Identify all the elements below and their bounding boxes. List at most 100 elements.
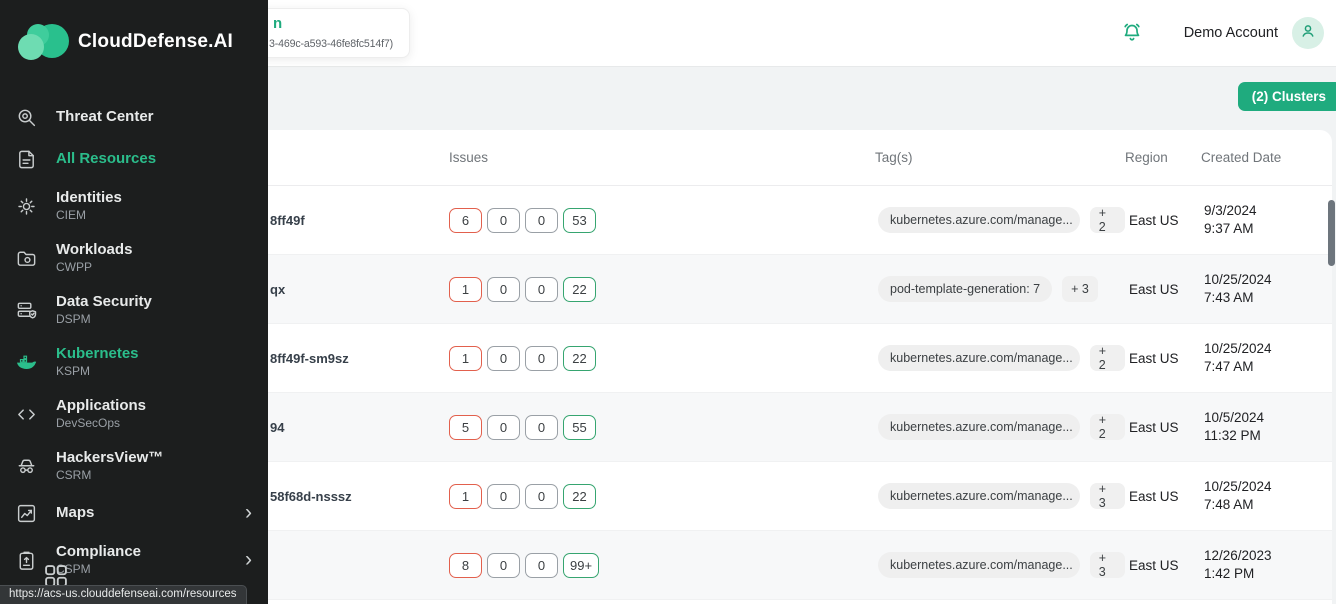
sidebar-item-label: Applications	[56, 397, 146, 415]
sidebar-item-compliance[interactable]: Compliance CSPM ›	[0, 534, 268, 586]
region-value: East US	[1125, 489, 1201, 504]
notifications-bell-button[interactable]	[1120, 21, 1144, 45]
issue-badges: 10022	[449, 346, 875, 371]
sidebar-item-data-security[interactable]: Data Security DSPM ›	[0, 284, 268, 336]
more-tags-pill[interactable]: + 2	[1090, 345, 1125, 371]
sidebar-item-sublabel: CSRM	[56, 468, 163, 483]
sidebar-item-all-resources[interactable]: All Resources ›	[0, 138, 268, 180]
sidebar-item-label: Workloads	[56, 241, 132, 259]
tag-pill[interactable]: kubernetes.azure.com/manage...	[878, 345, 1080, 371]
clusters-button[interactable]: (2) Clusters	[1238, 82, 1336, 111]
critical-issues-badge[interactable]: 5	[449, 415, 482, 440]
account-avatar[interactable]	[1292, 17, 1324, 49]
sidebar-item-label: All Resources	[56, 150, 156, 168]
low-issues-badge[interactable]: 22	[563, 346, 596, 371]
column-header-region: Region	[1125, 150, 1201, 165]
sidebar-item-label: Kubernetes	[56, 345, 139, 363]
tags-cell: kubernetes.azure.com/manage... + 3	[875, 483, 1125, 509]
sidebar-item-threat-center[interactable]: Threat Center ›	[0, 96, 268, 138]
data-security-icon	[14, 298, 38, 322]
low-issues-badge[interactable]: 22	[563, 484, 596, 509]
critical-issues-badge[interactable]: 6	[449, 208, 482, 233]
sidebar: CloudDefense.AI Threat Center › All Reso…	[0, 0, 268, 604]
created-date-value: 10/25/2024 7:48 AM	[1201, 478, 1332, 514]
created-date: 10/25/2024	[1204, 478, 1332, 496]
sidebar-item-label: Identities	[56, 189, 122, 207]
issue-badges: 60053	[449, 208, 875, 233]
high-issues-badge[interactable]: 0	[487, 277, 520, 302]
brand-logo[interactable]: CloudDefense.AI	[0, 0, 268, 70]
resource-tooltip-card: n 3-469c-a593-46fe8fc514f7)	[252, 8, 410, 58]
tags-cell: kubernetes.azure.com/manage... + 2	[875, 207, 1125, 233]
low-issues-badge[interactable]: 99+	[563, 553, 599, 578]
more-tags-pill[interactable]: + 2	[1090, 207, 1125, 233]
sidebar-item-sublabel: KSPM	[56, 364, 139, 379]
medium-issues-badge[interactable]: 0	[525, 346, 558, 371]
tags-cell: kubernetes.azure.com/manage... + 2	[875, 414, 1125, 440]
more-tags-pill[interactable]: + 3	[1090, 483, 1125, 509]
created-date-value: 10/25/2024 7:43 AM	[1201, 271, 1332, 307]
sidebar-item-maps[interactable]: Maps ›	[0, 492, 268, 534]
column-header-issues: Issues	[449, 150, 875, 165]
created-time: 11:32 PM	[1204, 427, 1332, 445]
medium-issues-badge[interactable]: 0	[525, 553, 558, 578]
high-issues-badge[interactable]: 0	[487, 415, 520, 440]
region-value: East US	[1125, 558, 1201, 573]
high-issues-badge[interactable]: 0	[487, 346, 520, 371]
sidebar-item-identities[interactable]: Identities CIEM ›	[0, 180, 268, 232]
high-issues-badge[interactable]: 0	[487, 484, 520, 509]
high-issues-badge[interactable]: 0	[487, 553, 520, 578]
account-name[interactable]: Demo Account	[1184, 25, 1278, 41]
tooltip-resource-id: 3-469c-a593-46fe8fc514f7)	[269, 36, 403, 52]
cloud-logo-icon	[12, 19, 74, 65]
medium-issues-badge[interactable]: 0	[525, 277, 558, 302]
identities-icon	[14, 194, 38, 218]
tag-pill[interactable]: kubernetes.azure.com/manage...	[878, 207, 1080, 233]
created-time: 7:47 AM	[1204, 358, 1332, 376]
applications-icon	[14, 402, 38, 426]
tag-pill[interactable]: kubernetes.azure.com/manage...	[878, 414, 1080, 440]
workloads-icon	[14, 246, 38, 270]
sidebar-item-label: Threat Center	[56, 108, 154, 126]
issue-badges: 50055	[449, 415, 875, 440]
critical-issues-badge[interactable]: 1	[449, 484, 482, 509]
sidebar-item-label: HackersView™	[56, 449, 163, 467]
more-tags-pill[interactable]: + 3	[1062, 276, 1098, 302]
more-tags-pill[interactable]: + 2	[1090, 414, 1125, 440]
low-issues-badge[interactable]: 22	[563, 277, 596, 302]
sidebar-item-kubernetes[interactable]: Kubernetes KSPM ›	[0, 336, 268, 388]
region-value: East US	[1125, 282, 1201, 297]
created-time: 1:42 PM	[1204, 565, 1332, 583]
medium-issues-badge[interactable]: 0	[525, 484, 558, 509]
created-date: 10/5/2024	[1204, 409, 1332, 427]
critical-issues-badge[interactable]: 1	[449, 277, 482, 302]
chevron-right-icon: ›	[245, 505, 252, 521]
tag-pill[interactable]: kubernetes.azure.com/manage...	[878, 552, 1080, 578]
created-date: 10/25/2024	[1204, 340, 1332, 358]
maps-icon	[14, 501, 38, 525]
created-time: 9:37 AM	[1204, 220, 1332, 238]
resources-icon	[14, 147, 38, 171]
medium-issues-badge[interactable]: 0	[525, 208, 558, 233]
critical-issues-badge[interactable]: 1	[449, 346, 482, 371]
low-issues-badge[interactable]: 53	[563, 208, 596, 233]
sidebar-item-label: Maps	[56, 504, 94, 522]
more-tags-pill[interactable]: + 3	[1090, 552, 1125, 578]
critical-issues-badge[interactable]: 8	[449, 553, 482, 578]
kubernetes-icon	[14, 350, 38, 374]
sidebar-item-hackersview[interactable]: HackersView™ CSRM ›	[0, 440, 268, 492]
tooltip-resource-name: n	[273, 15, 403, 33]
sidebar-item-workloads[interactable]: Workloads CWPP ›	[0, 232, 268, 284]
created-date: 12/26/2023	[1204, 547, 1332, 565]
vertical-scrollbar-thumb[interactable]	[1328, 200, 1335, 266]
chevron-right-icon: ›	[245, 552, 252, 568]
tag-pill[interactable]: kubernetes.azure.com/manage...	[878, 483, 1080, 509]
medium-issues-badge[interactable]: 0	[525, 415, 558, 440]
bell-icon	[1120, 33, 1144, 48]
sidebar-item-label: Compliance	[56, 543, 141, 561]
sidebar-item-applications[interactable]: Applications DevSecOps ›	[0, 388, 268, 440]
created-date-value: 12/26/2023 1:42 PM	[1201, 547, 1332, 583]
tag-pill[interactable]: pod-template-generation: 7	[878, 276, 1052, 302]
low-issues-badge[interactable]: 55	[563, 415, 596, 440]
high-issues-badge[interactable]: 0	[487, 208, 520, 233]
